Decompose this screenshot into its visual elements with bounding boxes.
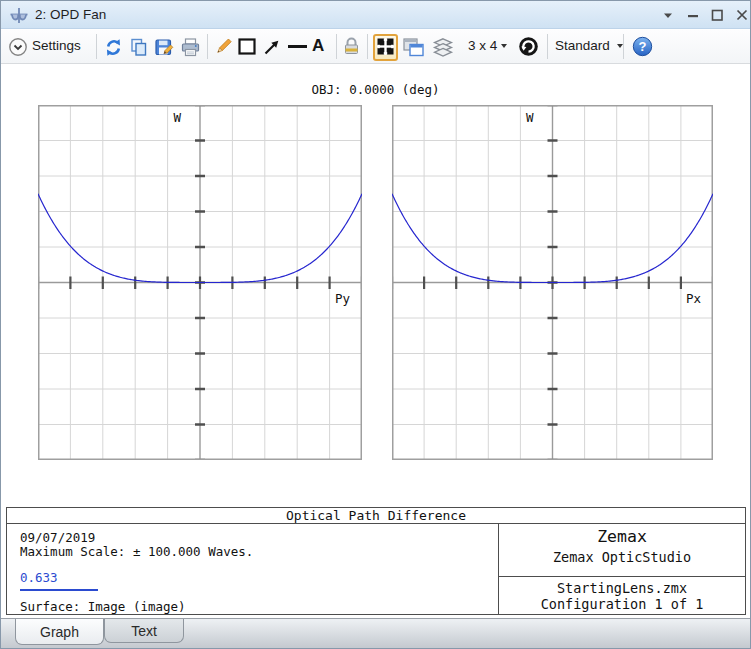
brand-name: Zemax [499, 527, 745, 546]
title-bar: 2: OPD Fan [1, 1, 750, 29]
max-scale-label: Maximum Scale: ± 100.000 Waves. [20, 544, 253, 559]
split-view-icon[interactable] [373, 34, 398, 61]
layers-icon[interactable] [432, 38, 454, 57]
brand-product: Zemax OpticStudio [499, 549, 745, 565]
line-tool-icon[interactable] [287, 38, 308, 55]
layout-label: Standard [555, 38, 610, 53]
close-button[interactable] [732, 6, 751, 24]
auto-update-icon[interactable] [518, 36, 539, 57]
brand-cell: Zemax Zemax OpticStudio [499, 524, 745, 577]
lens-file-label: StartingLens.zmx [499, 580, 745, 596]
file-cell: StartingLens.zmx Configuration 1 of 1 [499, 578, 745, 614]
plot-title: Optical Path Difference [7, 508, 745, 524]
svg-text:W: W [173, 110, 181, 125]
lock-icon[interactable] [343, 36, 360, 56]
opd-fan-window: 2: OPD Fan Settings [0, 0, 751, 649]
arrow-tool-icon[interactable] [262, 37, 282, 57]
field-header: OBJ: 0.0000 (deg) [38, 82, 713, 97]
date-label: 09/07/2019 [20, 530, 95, 545]
svg-text:Py: Py [335, 291, 351, 306]
svg-text:Px: Px [686, 291, 702, 306]
save-icon[interactable] [154, 37, 175, 58]
svg-text:?: ? [639, 39, 647, 54]
wavelength-label: 0.633 [20, 570, 58, 585]
surface-label: Surface: Image (image) [20, 599, 186, 614]
settings-button[interactable]: Settings [32, 38, 81, 53]
settings-chevron-icon[interactable] [8, 37, 28, 57]
pencil-tool-icon[interactable] [213, 37, 233, 57]
opd-fan-plot-sagittal: W Px [392, 105, 713, 460]
window-icon [8, 4, 30, 30]
layout-dropdown[interactable]: Standard [555, 38, 623, 53]
window-capture-icon[interactable] [403, 38, 424, 57]
minimize-button[interactable] [683, 6, 703, 24]
configuration-label: Configuration 1 of 1 [499, 596, 745, 612]
wavelength-underline [20, 589, 98, 591]
tab-text[interactable]: Text [104, 619, 184, 643]
rectangle-tool-icon[interactable] [238, 38, 257, 55]
tab-strip: Graph Text [1, 618, 750, 649]
copy-icon[interactable] [129, 37, 149, 57]
print-icon[interactable] [180, 37, 201, 58]
opd-fan-plot-tangential: W Py [38, 105, 362, 460]
refresh-icon[interactable] [104, 38, 123, 57]
window-title: 2: OPD Fan [35, 7, 106, 22]
grid-size-dropdown[interactable]: 3 x 4 [468, 38, 507, 53]
svg-text:W: W [526, 110, 534, 125]
plot-area: OBJ: 0.0000 (deg) W Py W Px Optical Path D… [1, 64, 750, 618]
grid-size-label: 3 x 4 [468, 38, 497, 53]
plot-footer-panel: Optical Path Difference 09/07/2019 Maxim… [6, 507, 746, 615]
window-menu-button[interactable] [658, 6, 678, 24]
toolbar: Settings [1, 30, 750, 64]
tab-graph[interactable]: Graph [15, 619, 104, 645]
help-icon[interactable]: ? [632, 36, 653, 57]
caret-down-icon [501, 44, 507, 48]
maximize-button[interactable] [707, 6, 727, 24]
text-tool-icon[interactable]: A [312, 36, 324, 56]
